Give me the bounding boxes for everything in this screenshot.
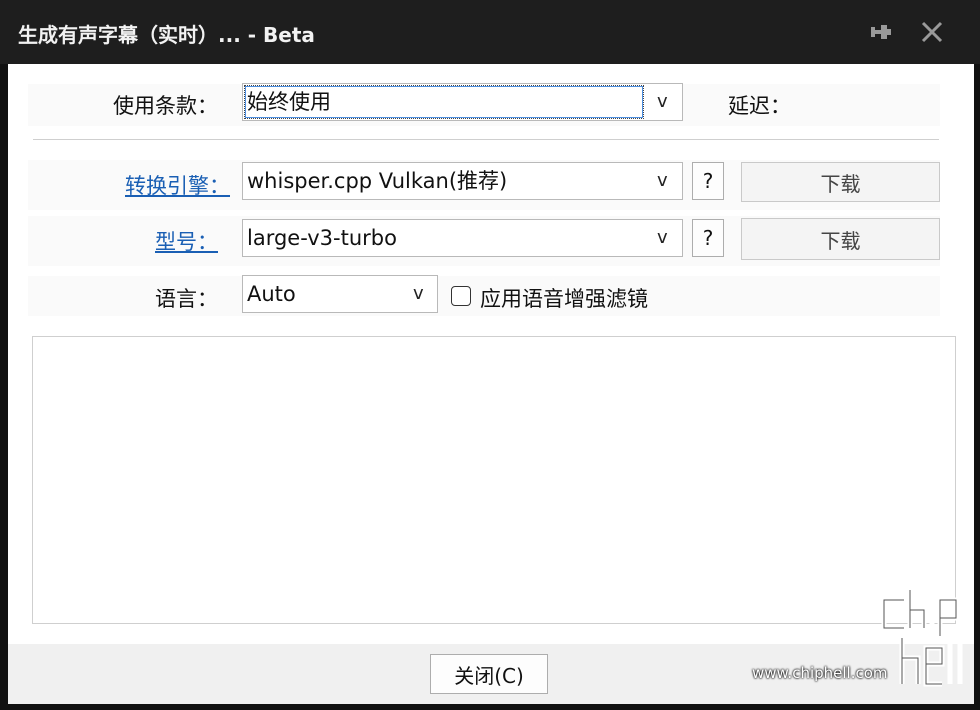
model-help-button[interactable]: ? (692, 219, 724, 257)
pin-button[interactable] (862, 14, 898, 50)
divider (33, 139, 939, 140)
engine-select[interactable]: whisper.cpp Vulkan(推荐) v (242, 162, 683, 200)
language-select-value: Auto (247, 282, 296, 306)
delay-label: 延迟： (728, 94, 791, 118)
close-button[interactable]: 关闭(C) (430, 654, 548, 694)
engine-download-button[interactable]: 下载 (741, 162, 940, 202)
engine-select-value: whisper.cpp Vulkan(推荐) (247, 169, 508, 193)
chiphell-logo (881, 590, 963, 687)
voice-filter-label[interactable]: 应用语音增强滤镜 (480, 283, 648, 313)
engine-help-button[interactable]: ? (692, 162, 724, 200)
window-title: 生成有声字幕（实时）... - Beta (18, 23, 315, 47)
window-close-button[interactable] (914, 14, 950, 50)
chevron-down-icon: v (657, 227, 668, 248)
chevron-down-icon: v (413, 283, 424, 304)
watermark-url: www.chiphell.com (752, 664, 888, 682)
model-select[interactable]: large-v3-turbo v (242, 219, 683, 257)
language-label: 语言： (155, 287, 218, 311)
transcript-textbox[interactable] (32, 336, 956, 624)
terms-select-value: 始终使用 (247, 90, 331, 114)
voice-filter-checkbox[interactable] (451, 286, 471, 306)
model-select-value: large-v3-turbo (247, 226, 397, 250)
chevron-down-icon: v (657, 91, 668, 112)
delay-input[interactable] (814, 86, 932, 118)
language-select[interactable]: Auto v (242, 275, 438, 313)
terms-label: 使用条款： (113, 94, 218, 118)
model-link[interactable]: 型号： (88, 226, 218, 256)
chevron-down-icon: v (657, 170, 668, 191)
title-bar: 生成有声字幕（实时）... - Beta (0, 0, 980, 64)
model-download-button[interactable]: 下载 (741, 218, 940, 260)
engine-link[interactable]: 转换引擎： (88, 170, 230, 200)
pin-icon (871, 25, 891, 39)
terms-select[interactable]: 始终使用 v (242, 83, 683, 121)
close-icon (921, 21, 943, 43)
chiphell-watermark: www.chiphell.com (752, 588, 972, 700)
